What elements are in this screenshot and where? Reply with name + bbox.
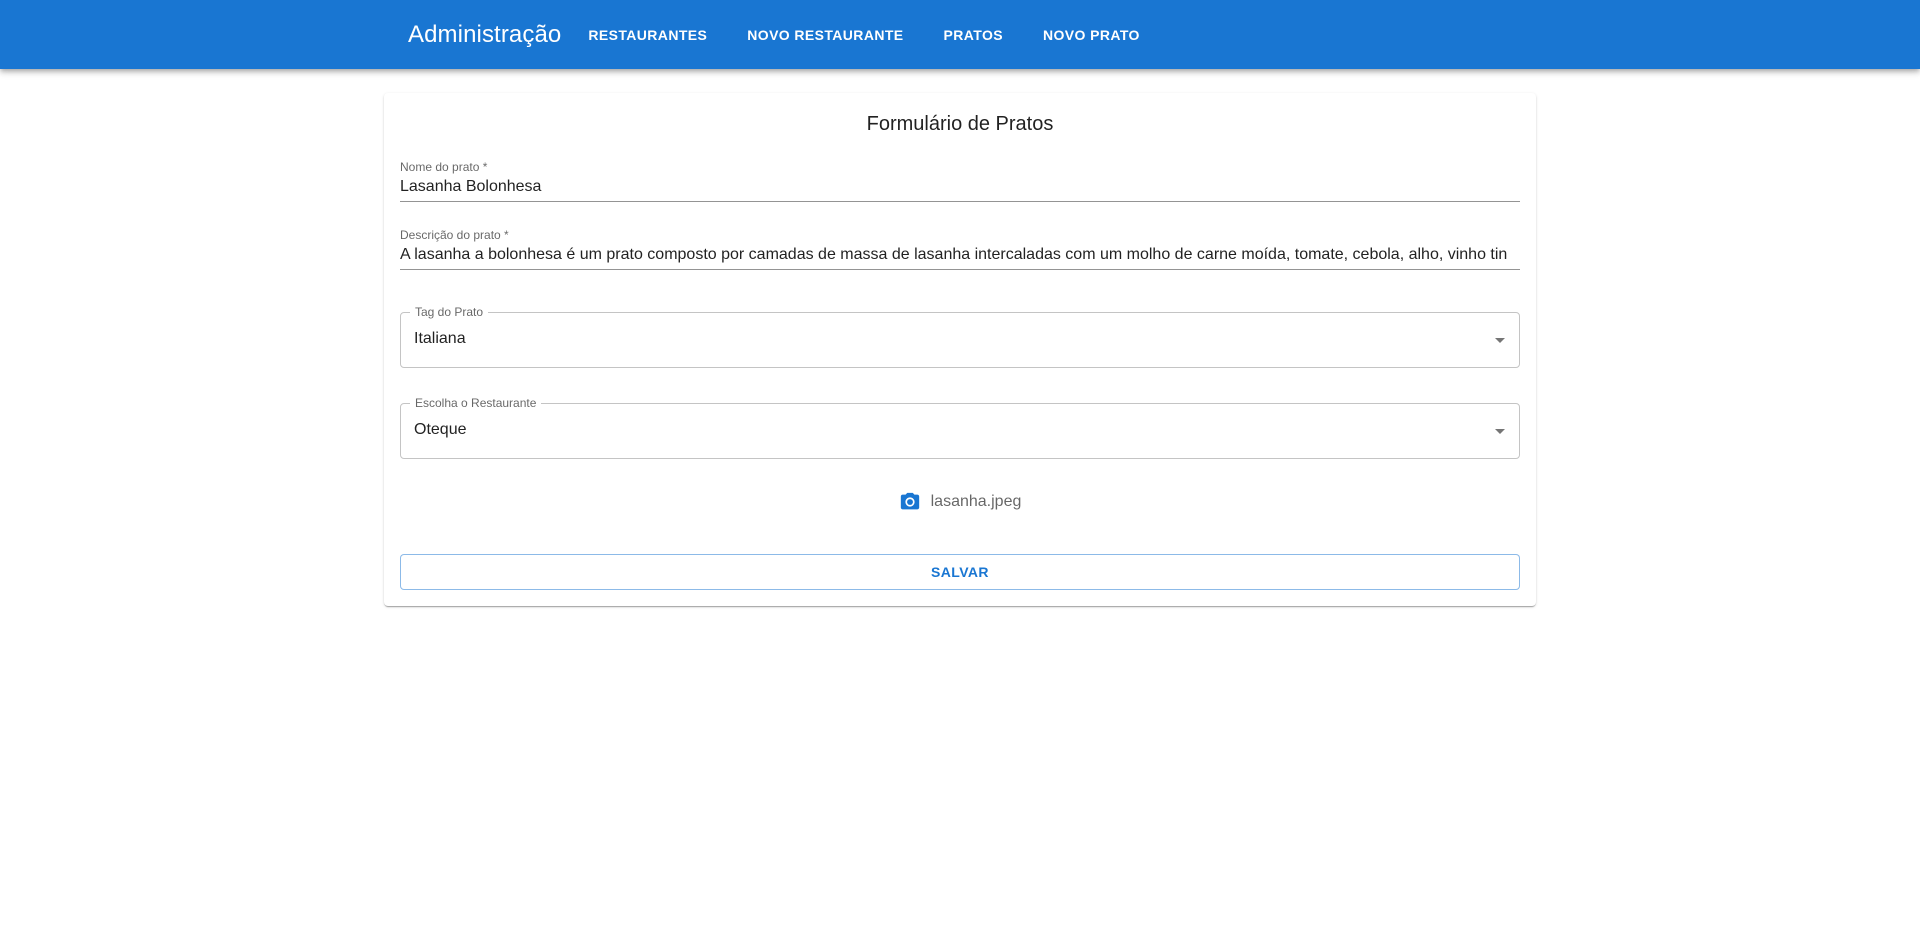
app-bar: Administração RESTAURANTES NOVO RESTAURA… — [0, 0, 1920, 69]
dish-description-label: Descrição do prato * — [400, 228, 509, 242]
dropdown-arrow-icon — [1495, 429, 1505, 434]
dish-tag-label: Tag do Prato — [410, 305, 489, 319]
app-bar-content: Administração RESTAURANTES NOVO RESTAURA… — [408, 0, 1180, 69]
restaurant-value: Oteque — [414, 421, 467, 438]
nav-novo-prato[interactable]: NOVO PRATO — [1043, 21, 1140, 49]
nav-novo-restaurante[interactable]: NOVO RESTAURANTE — [747, 21, 903, 49]
dish-description-field: Descrição do prato * — [400, 228, 1520, 272]
dish-name-label: Nome do prato * — [400, 160, 488, 174]
upload-filename: lasanha.jpeg — [930, 493, 1022, 510]
restaurant-label: Escolha o Restaurante — [410, 396, 542, 410]
dish-form-card: Formulário de Pratos Nome do prato * Des… — [384, 93, 1536, 606]
dish-tag-value: Italiana — [414, 330, 466, 347]
camera-icon[interactable] — [899, 491, 921, 513]
dish-description-input[interactable] — [400, 242, 1520, 270]
nav-pratos[interactable]: PRATOS — [944, 21, 1003, 49]
dish-name-input[interactable] — [400, 174, 1520, 202]
dropdown-arrow-icon — [1495, 338, 1505, 343]
brand-title: Administração — [408, 20, 562, 48]
save-button[interactable]: SALVAR — [400, 554, 1520, 590]
dish-tag-select[interactable]: Tag do Prato Italiana — [400, 305, 1520, 368]
nav-restaurantes[interactable]: RESTAURANTES — [588, 21, 707, 49]
form-title: Formulário de Pratos — [866, 113, 1054, 135]
restaurant-select[interactable]: Escolha o Restaurante Oteque — [400, 396, 1520, 459]
image-upload[interactable]: lasanha.jpeg — [384, 487, 1536, 517]
dish-name-field: Nome do prato * — [400, 160, 1520, 204]
